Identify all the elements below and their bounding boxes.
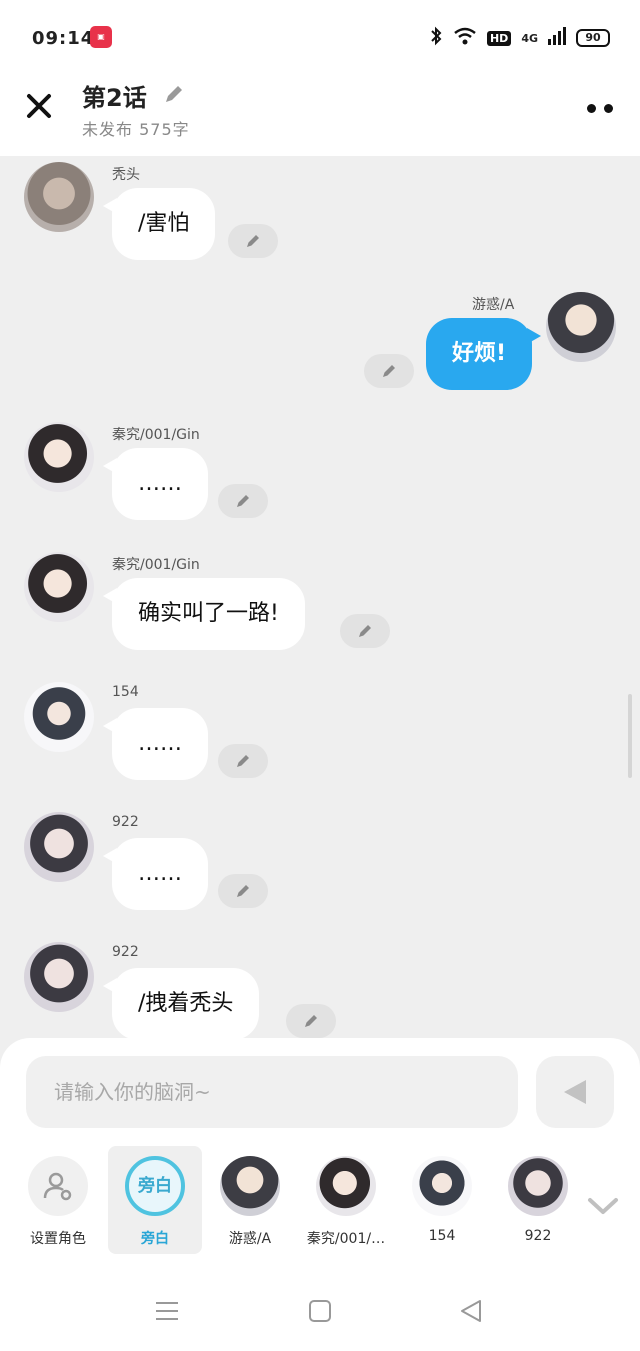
role-label: 旁白 — [141, 1231, 169, 1247]
role-label: 922 — [524, 1228, 552, 1244]
avatar — [508, 1156, 568, 1216]
role-narration[interactable]: 旁白 旁白 — [108, 1146, 202, 1254]
message-input[interactable] — [26, 1056, 518, 1128]
message-bubble[interactable]: /害怕 — [102, 188, 216, 260]
speaker-name: 秦究/001/Gin — [112, 557, 200, 573]
close-button[interactable] — [22, 92, 56, 126]
system-nav-bar — [0, 1270, 640, 1351]
role-character[interactable]: 秦究/001/… — [299, 1146, 393, 1254]
edit-message-button[interactable] — [218, 874, 268, 908]
speaker-name: 922 — [112, 944, 139, 960]
add-role-icon — [28, 1156, 88, 1216]
message-bubble[interactable]: 确实叫了一路! — [103, 578, 305, 650]
pencil-icon — [305, 1015, 317, 1027]
home-square-icon — [309, 1300, 331, 1322]
avatar[interactable] — [24, 682, 94, 752]
battery-indicator: 90 — [576, 29, 610, 47]
chat-list[interactable]: 秃头 /害怕 游惑/A 好烦! 秦究/001/Gin …… 秦究/001/Gin… — [0, 156, 640, 1040]
wifi-icon — [453, 26, 477, 50]
role-label: 154 — [428, 1228, 456, 1244]
role-label: 秦究/001/… — [306, 1231, 386, 1247]
chevron-down-icon — [588, 1198, 618, 1214]
avatar — [220, 1156, 280, 1216]
avatar[interactable] — [24, 422, 94, 492]
menu-icon — [156, 1302, 178, 1320]
role-character[interactable]: 游惑/A — [203, 1146, 297, 1254]
role-character[interactable]: 922 — [491, 1146, 585, 1254]
edit-message-button[interactable] — [228, 224, 278, 258]
narration-badge: 旁白 — [125, 1156, 185, 1216]
message-bubble[interactable]: …… — [103, 448, 208, 520]
speaker-name: 游惑/A — [472, 297, 515, 313]
pencil-icon — [237, 885, 249, 897]
pencil-icon — [247, 235, 259, 247]
pencil-icon — [166, 86, 182, 102]
message-bubble[interactable]: …… — [103, 708, 208, 780]
avatar[interactable] — [546, 292, 616, 362]
avatar[interactable] — [24, 162, 94, 232]
edit-message-button[interactable] — [364, 354, 414, 388]
pencil-icon — [237, 755, 249, 767]
back-triangle-icon — [461, 1300, 481, 1322]
status-time: 09:14 — [32, 28, 95, 49]
status-icons: HD 4G 90 — [429, 26, 610, 50]
role-selector: 设置角色 旁白 旁白 游惑/A 秦究/001/… 154 922 — [0, 1146, 640, 1256]
speaker-name: 秦究/001/Gin — [112, 427, 200, 443]
more-button[interactable] — [580, 96, 620, 120]
avatar — [316, 1156, 376, 1216]
pencil-icon — [359, 625, 371, 637]
app-logo-badge: ▣ — [90, 26, 112, 48]
pencil-icon — [383, 365, 395, 377]
chat-scrollbar[interactable] — [628, 694, 632, 778]
avatar[interactable] — [24, 812, 94, 882]
role-label: 游惑/A — [228, 1231, 272, 1247]
send-icon — [564, 1080, 586, 1104]
edit-message-button[interactable] — [218, 484, 268, 518]
edit-message-button[interactable] — [218, 744, 268, 778]
close-icon — [27, 94, 51, 118]
edit-title-button[interactable] — [162, 82, 186, 110]
home-button[interactable] — [305, 1296, 335, 1326]
speaker-name: 922 — [112, 814, 139, 830]
send-button[interactable] — [536, 1056, 614, 1128]
expand-roles-button[interactable] — [586, 1194, 620, 1222]
edit-message-button[interactable] — [340, 614, 390, 648]
recent-apps-button[interactable] — [152, 1296, 182, 1326]
back-button[interactable] — [456, 1296, 486, 1326]
more-dot-icon — [587, 103, 596, 113]
bluetooth-icon — [429, 26, 443, 50]
speaker-name: 154 — [112, 684, 139, 700]
avatar[interactable] — [24, 942, 94, 1012]
pencil-icon — [237, 495, 249, 507]
message-bubble[interactable]: …… — [103, 838, 208, 910]
more-dot-icon — [604, 103, 613, 113]
speaker-name: 秃头 — [112, 167, 140, 183]
role-label: 设置角色 — [30, 1231, 86, 1247]
edit-message-button[interactable] — [286, 1004, 336, 1038]
chapter-status: 未发布 575字 — [82, 120, 190, 139]
avatar — [412, 1156, 472, 1216]
editor-header: 第2话 未发布 575字 — [0, 74, 640, 156]
role-character[interactable]: 154 — [395, 1146, 489, 1254]
network-type: 4G — [521, 31, 538, 45]
role-set-role[interactable]: 设置角色 — [11, 1146, 105, 1254]
status-bar: 09:14 ▣ HD 4G 90 — [0, 0, 640, 74]
avatar[interactable] — [24, 552, 94, 622]
signal-icon — [548, 27, 566, 49]
message-bubble[interactable]: 好烦! — [426, 318, 542, 390]
message-bubble[interactable]: /拽着秃头 — [102, 968, 260, 1040]
hd-badge: HD — [486, 30, 512, 46]
chapter-title: 第2话 — [82, 84, 147, 112]
